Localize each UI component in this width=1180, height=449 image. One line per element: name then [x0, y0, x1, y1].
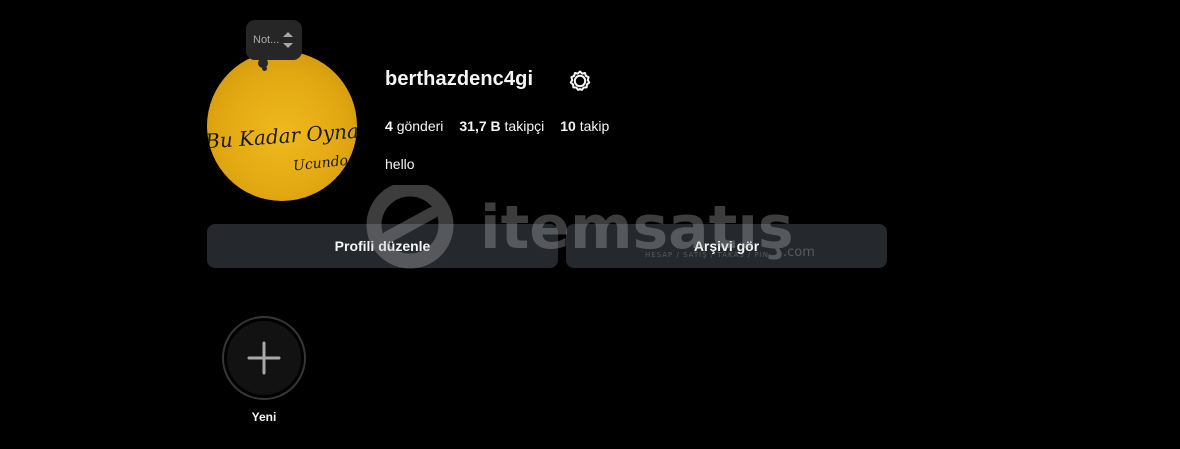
new-highlight-button[interactable] [222, 316, 306, 400]
profile-page: Bu Kadar Oynamay Ucundo Not... berthazde… [0, 0, 1180, 449]
up-down-stepper-icon[interactable] [282, 29, 294, 51]
svg-text:Bu Kadar Oynamay: Bu Kadar Oynamay [207, 116, 357, 154]
following-stat[interactable]: 10 takip [560, 118, 609, 134]
profile-stats: 4 gönderi 31,7 B takipçi 10 takip [385, 118, 609, 134]
profile-username: berthazdenc4gi [385, 68, 534, 90]
gear-icon[interactable] [568, 69, 592, 93]
followers-stat[interactable]: 31,7 B takipçi [459, 118, 544, 134]
plus-icon [247, 341, 281, 375]
profile-avatar[interactable]: Bu Kadar Oynamay Ucundo [207, 51, 357, 201]
new-highlight-label: Yeni [251, 410, 277, 424]
edit-profile-button[interactable]: Profili düzenle [207, 224, 558, 268]
note-bubble-tail-dot [262, 66, 267, 71]
posts-stat: 4 gönderi [385, 118, 443, 134]
svg-text:Ucundo: Ucundo [292, 153, 348, 175]
avatar-handwriting-image: Bu Kadar Oynamay Ucundo [207, 116, 357, 175]
note-text: Not... [253, 34, 280, 46]
posts-label: gönderi [396, 118, 444, 134]
following-label: takip [579, 118, 610, 134]
following-count: 10 [560, 118, 576, 134]
profile-bio: hello [385, 156, 415, 172]
view-archive-button[interactable]: Arşivi gör [566, 224, 887, 268]
posts-count: 4 [385, 118, 393, 134]
new-highlight-inner [227, 321, 301, 395]
followers-count: 31,7 B [459, 118, 501, 134]
note-bubble[interactable]: Not... [246, 20, 302, 60]
followers-label: takipçi [504, 118, 545, 134]
